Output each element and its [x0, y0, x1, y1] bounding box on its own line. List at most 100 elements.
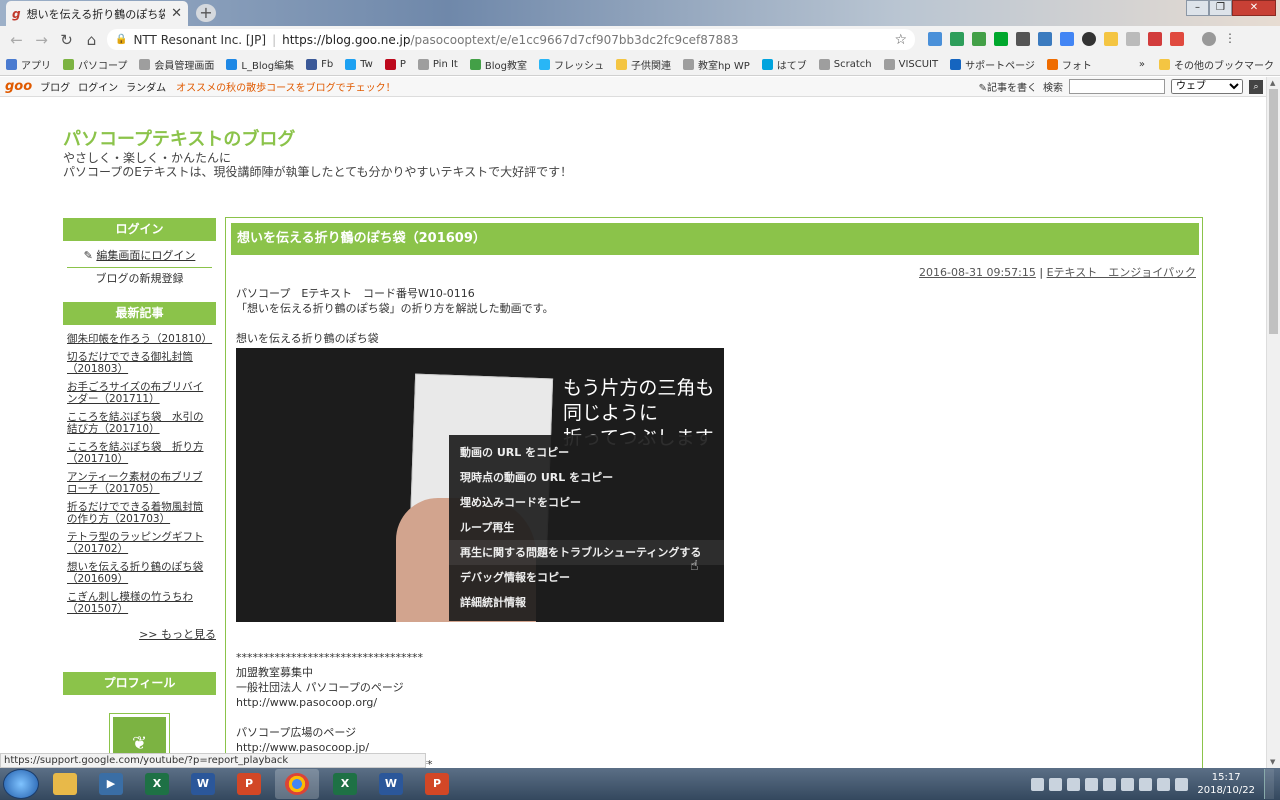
article-date-link[interactable]: 2016-08-31 09:57:15 — [919, 266, 1036, 279]
goo-link-login[interactable]: ログイン — [74, 79, 122, 94]
close-window-button[interactable]: ✕ — [1232, 0, 1276, 16]
bookmark-item[interactable]: Tw — [339, 57, 379, 72]
bookmark-item[interactable]: L_Blog編集 — [220, 57, 300, 72]
home-icon[interactable]: ⌂ — [79, 31, 104, 49]
extension-icon[interactable] — [1082, 32, 1096, 46]
goo-logo[interactable]: goo — [0, 79, 36, 94]
clock[interactable]: 15:17 2018/10/22 — [1193, 771, 1259, 797]
tray-icon[interactable] — [1085, 777, 1099, 791]
recent-article-link[interactable]: 折るだけでできる着物風封筒の作り方（201703） — [67, 501, 212, 525]
show-desktop-button[interactable] — [1264, 769, 1274, 799]
bookmark-item[interactable]: 子供関連 — [610, 57, 677, 72]
context-menu-item[interactable]: 詳細統計情報 — [449, 590, 724, 615]
extension-icon[interactable] — [1148, 32, 1162, 46]
context-menu-item[interactable]: 動画の URL をコピー — [449, 440, 724, 465]
blog-title[interactable]: パソコープテキストのブログ — [63, 125, 295, 151]
taskbar-media[interactable]: ▶ — [91, 769, 131, 799]
bookmark-item[interactable]: アプリ — [0, 57, 57, 72]
bookmark-item[interactable]: 会員管理画面 — [133, 57, 220, 72]
context-menu-item[interactable]: デバッグ情報をコピー — [449, 565, 724, 590]
scroll-down-icon[interactable]: ▼ — [1270, 758, 1275, 766]
bookmark-item[interactable]: VISCUIT — [878, 57, 945, 72]
goo-link-random[interactable]: ランダム — [122, 79, 170, 94]
context-menu-item[interactable]: 現時点の動画の URL をコピー — [449, 465, 724, 490]
taskbar-powerpoint[interactable]: P — [229, 769, 269, 799]
scrollbar-thumb[interactable] — [1269, 89, 1278, 334]
edit-login-link[interactable]: 編集画面にログイン — [96, 249, 195, 262]
bookmark-item[interactable]: Scratch — [813, 57, 878, 72]
search-scope-select[interactable]: ウェブ — [1171, 79, 1243, 94]
write-article-link[interactable]: ✎記事を書く — [979, 79, 1037, 94]
bookmarks-overflow-icon[interactable]: » — [1131, 59, 1153, 70]
new-tab-button[interactable]: + — [196, 4, 216, 22]
tray-icon[interactable] — [1031, 777, 1045, 791]
tray-icon[interactable] — [1067, 777, 1081, 791]
extension-icon[interactable] — [972, 32, 986, 46]
extension-icon[interactable] — [1126, 32, 1140, 46]
close-tab-icon[interactable]: ✕ — [171, 6, 182, 21]
tray-icon[interactable] — [1103, 777, 1117, 791]
other-bookmarks[interactable]: その他のブックマーク — [1153, 57, 1280, 72]
context-menu-item[interactable]: 再生に関する問題をトラブルシューティングする — [449, 540, 724, 565]
taskbar-excel[interactable]: X — [137, 769, 177, 799]
bookmark-item[interactable]: Pin It — [412, 57, 464, 72]
register-blog-link[interactable]: ブログの新規登録 — [96, 272, 184, 285]
goo-link-blog[interactable]: ブログ — [36, 79, 74, 94]
bookmark-item[interactable]: 教室hp WP — [677, 57, 756, 72]
extension-icon[interactable] — [928, 32, 942, 46]
taskbar-word-2[interactable]: W — [371, 769, 411, 799]
recent-article-link[interactable]: こころを結ぶぽち袋 水引の結び方（201710） — [67, 411, 212, 435]
recent-article-link[interactable]: 想いを伝える折り鶴のぽち袋（201609） — [67, 561, 212, 585]
scroll-up-icon[interactable]: ▲ — [1270, 79, 1275, 87]
forward-icon[interactable]: → — [29, 31, 54, 49]
bookmark-item[interactable]: はてブ — [756, 57, 813, 72]
back-icon[interactable]: ← — [4, 31, 29, 49]
taskbar-powerpoint-2[interactable]: P — [417, 769, 457, 799]
browser-tab[interactable]: g 想いを伝える折り鶴のぽち袋（2 ✕ — [6, 1, 188, 26]
context-menu-item[interactable]: 埋め込みコードをコピー — [449, 490, 724, 515]
address-bar[interactable]: 🔒 NTT Resonant Inc. [JP] | https://blog.… — [107, 29, 915, 50]
search-input[interactable] — [1069, 79, 1165, 94]
recent-article-link[interactable]: アンティーク素材の布ブリブローチ（201705） — [67, 471, 212, 495]
goo-promo-link[interactable]: オススメの秋の散歩コースをブログでチェック！ — [170, 79, 402, 94]
extension-icon[interactable] — [1104, 32, 1118, 46]
bookmark-item[interactable]: Blog教室 — [464, 57, 533, 72]
bookmark-star-icon[interactable]: ☆ — [894, 32, 907, 48]
minimize-button[interactable]: – — [1186, 0, 1209, 16]
profile-icon[interactable] — [1202, 32, 1216, 46]
reload-icon[interactable]: ↻ — [54, 31, 79, 49]
recent-article-link[interactable]: お手ごろサイズの布ブリバインダー（201711） — [67, 381, 212, 405]
page-scrollbar[interactable]: ▲ ▼ — [1266, 77, 1280, 768]
taskbar-word[interactable]: W — [183, 769, 223, 799]
bookmark-item[interactable]: フレッシュ — [533, 57, 610, 72]
ime-icon[interactable] — [1049, 777, 1063, 791]
volume-icon[interactable] — [1175, 777, 1189, 791]
bookmark-item[interactable]: サポートページ — [944, 57, 1041, 72]
start-button[interactable] — [3, 769, 39, 799]
flag-icon[interactable] — [1139, 777, 1153, 791]
taskbar-explorer[interactable] — [45, 769, 85, 799]
recent-article-link[interactable]: 御朱印帳を作ろう（201810） — [67, 333, 212, 345]
youtube-video-player[interactable]: もう片方の三角も 同じように 折ってつぶします 動画の URL をコピー現時点の… — [236, 348, 724, 622]
menu-icon[interactable]: ⋮ — [1224, 32, 1238, 46]
bookmark-item[interactable]: パソコープ — [57, 57, 133, 72]
more-articles-link[interactable]: >> もっと見る — [63, 626, 216, 642]
extension-icon[interactable] — [1038, 32, 1052, 46]
taskbar-chrome[interactable] — [275, 769, 319, 799]
bookmark-item[interactable]: Fb — [300, 57, 339, 72]
search-icon[interactable]: ⌕ — [1249, 79, 1263, 94]
taskbar-excel-2[interactable]: X — [325, 769, 365, 799]
recent-article-link[interactable]: テトラ型のラッピングギフト（201702） — [67, 531, 212, 555]
pasocoop-org-link[interactable]: http://www.pasocoop.org/ — [236, 695, 423, 710]
network-icon[interactable] — [1157, 777, 1171, 791]
extension-icon[interactable] — [950, 32, 964, 46]
article-category-link[interactable]: Eテキスト エンジョイパック — [1047, 266, 1196, 279]
recent-article-link[interactable]: こころを結ぶぽち袋 折り方（201710） — [67, 441, 212, 465]
context-menu-item[interactable]: ループ再生 — [449, 515, 724, 540]
recent-article-link[interactable]: こぎん刺し模様の竹うちわ（201507） — [67, 591, 212, 615]
translate-icon[interactable] — [1060, 32, 1074, 46]
help-icon[interactable] — [1121, 777, 1135, 791]
extension-icon[interactable] — [1170, 32, 1184, 46]
bookmark-item[interactable]: フォト — [1041, 57, 1098, 72]
bookmark-item[interactable]: P — [379, 57, 412, 72]
